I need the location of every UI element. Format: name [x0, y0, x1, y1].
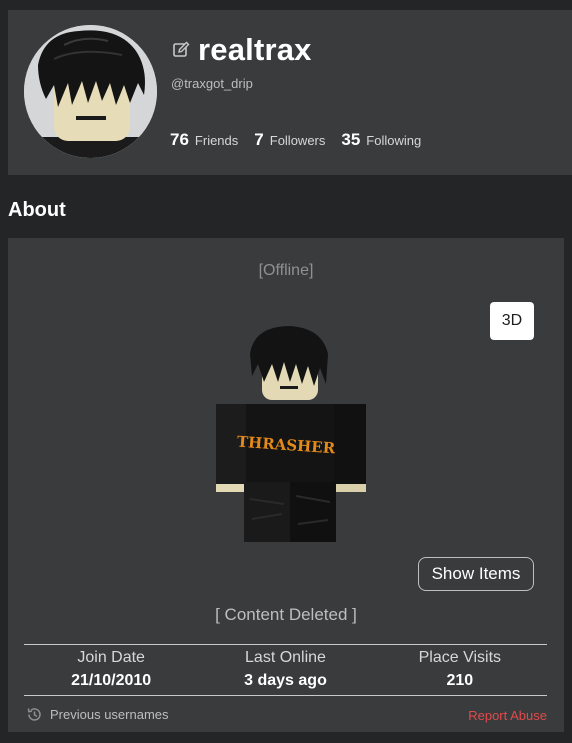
about-heading: About [8, 199, 66, 221]
profile-description: [ Content Deleted ] [215, 605, 357, 624]
social-stats: 76 Friends 7 Followers 35 Following [170, 130, 437, 150]
history-icon [26, 706, 43, 723]
friends-count: 76 [170, 130, 189, 149]
place-visits: Place Visits 210 [373, 648, 547, 694]
place-visits-label: Place Visits [418, 649, 502, 666]
place-visits-value: 210 [446, 672, 474, 689]
join-date: Join Date 21/10/2010 [24, 648, 198, 694]
about-card: [Offline] 3D THRASHER Show Items [Conte… [8, 238, 564, 732]
avatar[interactable] [24, 25, 157, 158]
divider [24, 695, 547, 696]
last-online-label: Last Online [245, 649, 326, 666]
edit-icon[interactable] [172, 41, 190, 59]
display-name-row: realtrax [172, 32, 312, 68]
following-stat[interactable]: 35 Following [341, 130, 421, 150]
avatar-headshot [24, 25, 157, 158]
report-abuse-link[interactable]: Report Abuse [468, 708, 547, 723]
followers-count: 7 [254, 130, 264, 149]
presence-status: [Offline] [258, 262, 314, 279]
following-label: Following [366, 133, 422, 148]
join-date-value: 21/10/2010 [71, 672, 152, 689]
divider [24, 644, 547, 645]
followers-label: Followers [269, 133, 326, 148]
display-name: realtrax [198, 32, 312, 67]
last-online: Last Online 3 days ago [198, 648, 372, 694]
show-items-button[interactable]: Show Items [418, 557, 534, 591]
profile-page: realtrax @traxgot_drip 76 Friends 7 Foll… [0, 0, 572, 743]
following-count: 35 [341, 130, 361, 149]
previous-usernames-label: Previous usernames [50, 707, 169, 722]
profile-info-row: Join Date 21/10/2010 Last Online 3 days … [24, 648, 547, 694]
followers-stat[interactable]: 7 Followers [254, 130, 325, 150]
join-date-label: Join Date [77, 649, 145, 666]
friends-label: Friends [194, 133, 239, 148]
friends-stat[interactable]: 76 Friends [170, 130, 238, 150]
previous-usernames-link[interactable]: Previous usernames [26, 706, 169, 723]
toggle-3d-button[interactable]: 3D [490, 302, 534, 340]
username: @traxgot_drip [171, 76, 253, 91]
profile-header: realtrax @traxgot_drip 76 Friends 7 Foll… [8, 10, 572, 175]
avatar-3d-render[interactable]: THRASHER [198, 324, 388, 554]
last-online-value: 3 days ago [244, 672, 327, 689]
